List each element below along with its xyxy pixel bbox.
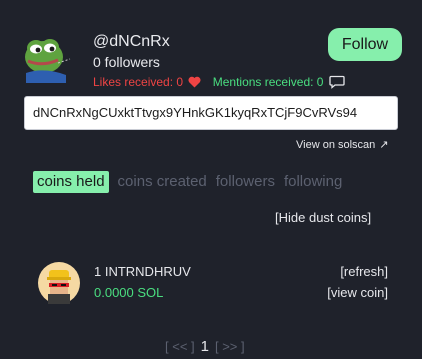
heart-icon [188,76,201,88]
coin-avatar [38,262,80,304]
prev-page-button[interactable]: [ << ] [165,339,195,354]
external-link-icon: ↗ [379,139,389,151]
pagination: [ << ] 1 [ >> ] [165,338,245,355]
follow-button[interactable]: Follow [328,28,402,61]
followers-count: 0 followers [93,54,160,70]
tab-following[interactable]: following [284,171,342,193]
hide-dust-coins-toggle[interactable]: [Hide dust coins] [275,210,371,225]
solscan-label: View on solscan [296,139,376,151]
pepe-avatar [25,39,71,83]
profile-page: @dNCnRx 0 followers Follow Likes receive… [0,0,422,359]
coin-sol-value: 0.0000 SOL [94,285,164,300]
view-on-solscan-link[interactable]: View on solscan ↗ [296,138,389,151]
username: @dNCnRx [93,33,170,50]
speech-bubble-icon [329,75,345,89]
mentions-received: Mentions received: 0 [212,75,324,89]
profile-tabs: coins held coins created followers follo… [33,171,342,193]
tab-coins-held[interactable]: coins held [33,171,109,193]
stats-line: Likes received: 0 Mentions received: 0 [93,75,345,89]
tab-followers[interactable]: followers [216,171,275,193]
wallet-address-field[interactable]: dNCnRxNgCUxktTtvgx9YHnkGK1kyqRxTCjF9CvRV… [24,96,398,130]
refresh-button[interactable]: [refresh] [340,264,388,279]
tab-coins-created[interactable]: coins created [118,171,207,193]
current-page: 1 [200,338,209,355]
likes-received: Likes received: 0 [93,75,184,89]
next-page-button[interactable]: [ >> ] [215,339,245,354]
view-coin-link[interactable]: [view coin] [327,285,388,300]
coin-holding[interactable]: 1 INTRNDHRUV [94,264,191,279]
